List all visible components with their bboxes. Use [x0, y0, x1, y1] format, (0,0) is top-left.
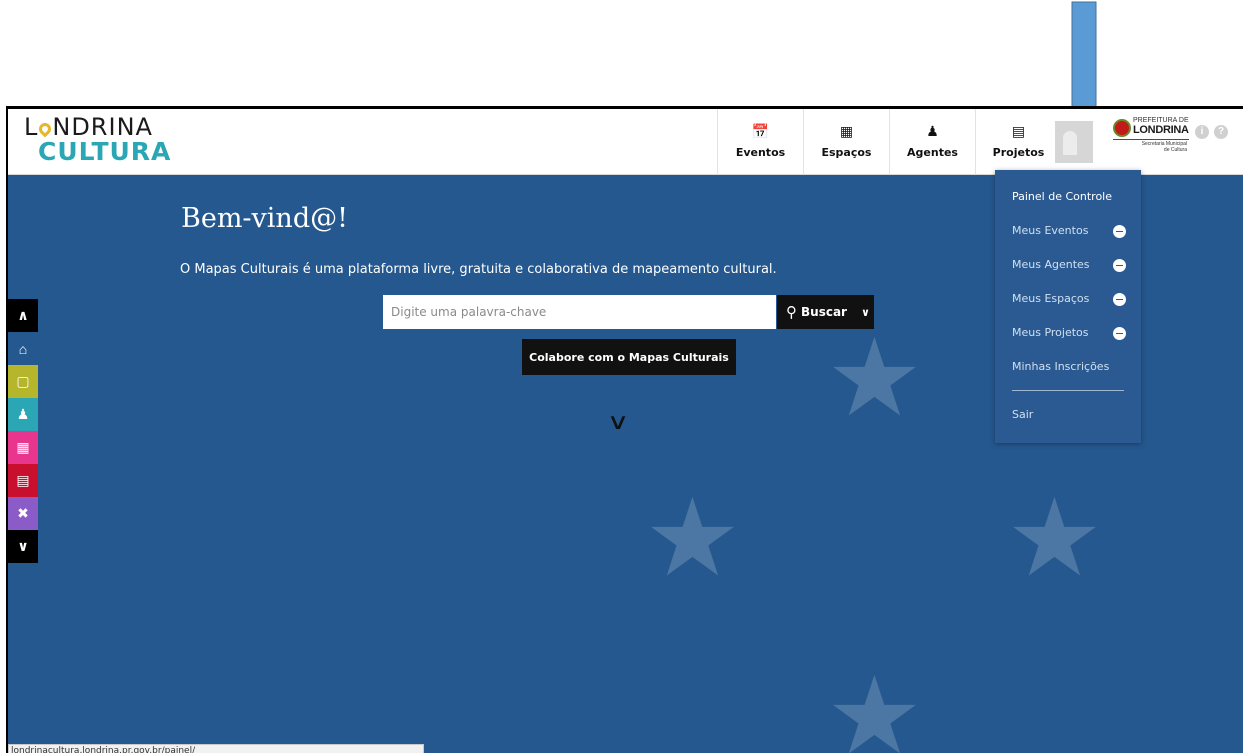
nav-eventos[interactable]: 📅 Eventos	[717, 109, 803, 175]
menu-divider	[1012, 390, 1124, 391]
help-icon[interactable]: ?	[1214, 125, 1228, 139]
menu-painel-de-controle[interactable]: Painel de Controle	[1012, 190, 1112, 203]
scroll-down-icon[interactable]: ∨	[603, 411, 634, 433]
user-avatar[interactable]	[1055, 121, 1093, 163]
info-icon[interactable]: i	[1195, 125, 1209, 139]
city-seal-icon	[1113, 119, 1131, 137]
browser-viewport: L NDRINA CULTURA 📅 Eventos ▦ Espaços ♟ Ag…	[6, 106, 1243, 753]
calendar-icon[interactable]: ▢	[8, 365, 38, 398]
prefeitura-logo[interactable]: PREFEITURA DE LONDRINA Secretaria Munici…	[1113, 117, 1189, 153]
main-nav: 📅 Eventos ▦ Espaços ♟ Agentes ▤ Projetos	[717, 109, 1061, 175]
filter-rail: ∧ ⌂ ▢ ♟ ▦ ▤ ✖ ∨	[8, 299, 38, 563]
add-agente-icon[interactable]	[1113, 259, 1126, 272]
search-icon: ⚲	[786, 303, 797, 321]
star-decoration: ★	[1006, 476, 1103, 601]
person-icon[interactable]: ♟	[8, 398, 38, 431]
add-evento-icon[interactable]	[1113, 225, 1126, 238]
chevron-down-icon[interactable]: ∨	[8, 530, 38, 563]
add-projeto-icon[interactable]	[1113, 327, 1126, 340]
document-icon[interactable]: ▤	[8, 464, 38, 497]
status-bar-url: londrinacultura.londrina.pr.gov.br/paine…	[8, 744, 424, 753]
menu-meus-eventos[interactable]: Meus Eventos	[1012, 224, 1088, 237]
add-espaco-icon[interactable]	[1113, 293, 1126, 306]
search-button[interactable]: ⚲ Buscar ∨	[777, 295, 874, 329]
search-input[interactable]	[383, 295, 776, 329]
page-title: Bem-vind@!	[181, 203, 348, 234]
tools-icon[interactable]: ✖	[8, 497, 38, 530]
user-menu-dropdown: Painel de Controle Meus Eventos Meus Age…	[995, 170, 1141, 443]
menu-meus-agentes[interactable]: Meus Agentes	[1012, 258, 1090, 271]
menu-meus-projetos[interactable]: Meus Projetos	[1012, 326, 1089, 339]
nav-agentes[interactable]: ♟ Agentes	[889, 109, 975, 175]
menu-minhas-inscricoes[interactable]: Minhas Inscrições	[1012, 360, 1109, 373]
star-decoration: ★	[644, 476, 741, 601]
page-subtitle: O Mapas Culturais é uma plataforma livre…	[180, 262, 777, 277]
nav-projetos[interactable]: ▤ Projetos	[975, 109, 1061, 175]
building-icon: ▦	[839, 123, 854, 139]
collaborate-button[interactable]: Colabore com o Mapas Culturais	[522, 339, 736, 375]
nav-espacos[interactable]: ▦ Espaços	[803, 109, 889, 175]
person-icon: ♟	[926, 123, 939, 139]
calendar-icon: 📅	[751, 123, 770, 139]
menu-sair[interactable]: Sair	[1012, 408, 1033, 421]
londrina-cultura-logo[interactable]: L NDRINA CULTURA	[24, 115, 171, 164]
chevron-down-icon: ∨	[860, 305, 870, 319]
home-icon[interactable]: ⌂	[8, 332, 38, 365]
site-header: L NDRINA CULTURA 📅 Eventos ▦ Espaços ♟ Ag…	[8, 109, 1243, 175]
menu-meus-espacos[interactable]: Meus Espaços	[1012, 292, 1089, 305]
document-icon: ▤	[1011, 123, 1026, 139]
star-decoration: ★	[826, 654, 923, 753]
chevron-up-icon[interactable]: ∧	[8, 299, 38, 332]
building-icon[interactable]: ▦	[8, 431, 38, 464]
star-decoration: ★	[826, 316, 923, 441]
